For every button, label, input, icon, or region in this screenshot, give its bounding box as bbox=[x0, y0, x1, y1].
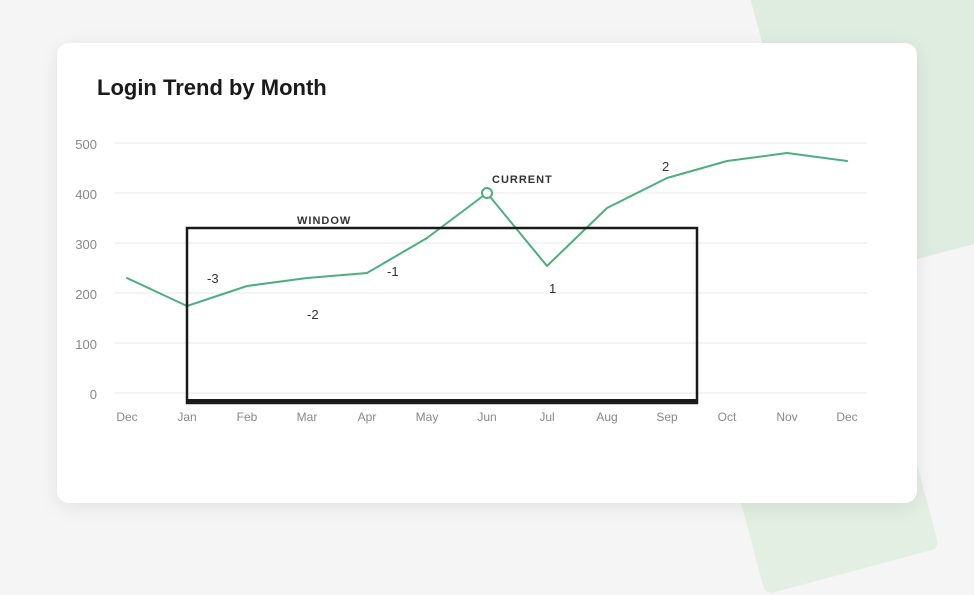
x-label-apr: Apr bbox=[358, 410, 377, 424]
x-label-jul: Jul bbox=[539, 410, 554, 424]
x-label-nov: Nov bbox=[776, 410, 797, 424]
offset-minus1: -1 bbox=[387, 264, 399, 279]
chart-line bbox=[127, 153, 847, 306]
offset-minus2: -2 bbox=[307, 307, 319, 322]
x-label-feb: Feb bbox=[237, 410, 258, 424]
chart-svg: 500 400 300 200 100 0 WINDOW CURRENT bbox=[97, 121, 877, 481]
y-label-200: 200 bbox=[75, 287, 97, 302]
x-label-oct: Oct bbox=[718, 410, 737, 424]
x-label-may: May bbox=[416, 410, 439, 424]
x-label-mar: Mar bbox=[297, 410, 318, 424]
current-label: CURRENT bbox=[492, 174, 553, 186]
y-label-400: 400 bbox=[75, 187, 97, 202]
x-label-dec2: Dec bbox=[836, 410, 857, 424]
y-label-0: 0 bbox=[90, 387, 97, 402]
chart-area: 500 400 300 200 100 0 WINDOW CURRENT bbox=[97, 121, 877, 481]
offset-1: 1 bbox=[549, 281, 556, 296]
chart-card: Login Trend by Month 500 400 300 200 100… bbox=[57, 43, 917, 503]
window-box bbox=[187, 228, 697, 403]
window-label: WINDOW bbox=[297, 215, 351, 227]
chart-title: Login Trend by Month bbox=[97, 75, 877, 101]
offset-2: 2 bbox=[662, 159, 669, 174]
window-bottom-bar bbox=[187, 399, 697, 404]
x-label-jun: Jun bbox=[477, 410, 496, 424]
x-label-sep: Sep bbox=[656, 410, 678, 424]
x-label-aug: Aug bbox=[596, 410, 617, 424]
x-label-dec1: Dec bbox=[116, 410, 137, 424]
x-label-jan: Jan bbox=[177, 410, 196, 424]
y-label-300: 300 bbox=[75, 237, 97, 252]
y-label-100: 100 bbox=[75, 337, 97, 352]
current-dot bbox=[482, 188, 492, 198]
y-label-500: 500 bbox=[75, 137, 97, 152]
offset-minus3: -3 bbox=[207, 271, 219, 286]
